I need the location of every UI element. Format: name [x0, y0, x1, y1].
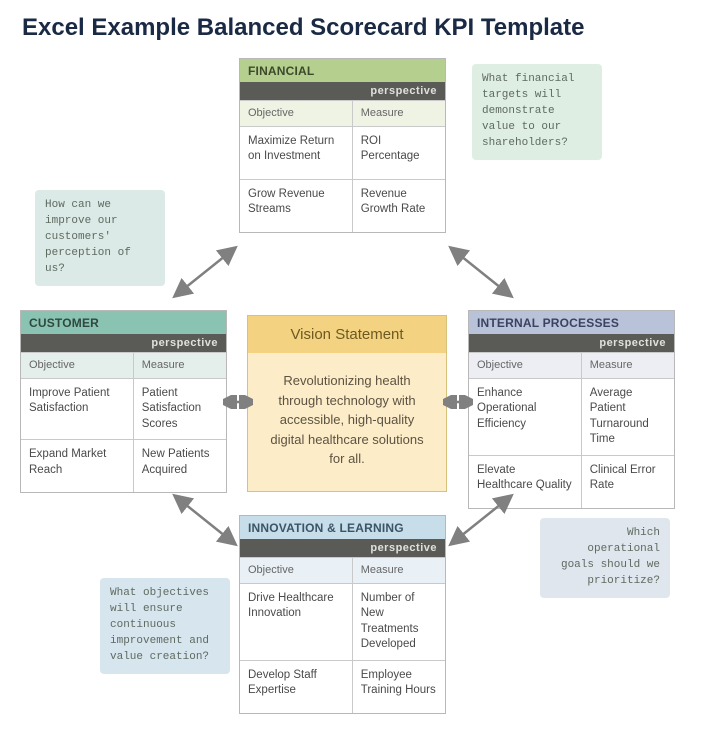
- table-row: Maximize Return on Investment ROI Percen…: [240, 126, 445, 179]
- measure-cell: Average Patient Turnaround Time: [582, 379, 674, 455]
- col-header-objective: Objective: [469, 353, 582, 378]
- objective-cell: Improve Patient Satisfaction: [21, 379, 134, 440]
- table-row: Improve Patient Satisfaction Patient Sat…: [21, 378, 226, 440]
- measure-cell: Clinical Error Rate: [582, 456, 674, 508]
- col-header-measure: Measure: [353, 558, 445, 583]
- measure-cell: Revenue Growth Rate: [353, 180, 445, 232]
- perspective-label: perspective: [469, 334, 674, 352]
- objective-cell: Enhance Operational Efficiency: [469, 379, 582, 455]
- objective-cell: Elevate Healthcare Quality: [469, 456, 582, 508]
- card-financial-title: FINANCIAL: [240, 59, 445, 82]
- card-customer: CUSTOMER perspective Objective Measure I…: [20, 310, 227, 493]
- objective-cell: Grow Revenue Streams: [240, 180, 353, 232]
- objective-cell: Expand Market Reach: [21, 440, 134, 492]
- objective-cell: Maximize Return on Investment: [240, 127, 353, 179]
- measure-cell: New Patients Acquired: [134, 440, 226, 492]
- measure-cell: Employee Training Hours: [353, 661, 445, 713]
- table-row: Enhance Operational Efficiency Average P…: [469, 378, 674, 455]
- col-header-objective: Objective: [21, 353, 134, 378]
- table-row: Expand Market Reach New Patients Acquire…: [21, 439, 226, 492]
- callout-customer: How can we improve our customers' percep…: [35, 190, 165, 286]
- perspective-label: perspective: [240, 539, 445, 557]
- vision-box: Vision Statement Revolutionizing health …: [247, 315, 447, 492]
- measure-cell: Patient Satisfaction Scores: [134, 379, 226, 440]
- objective-cell: Drive Healthcare Innovation: [240, 584, 353, 660]
- card-internal: INTERNAL PROCESSES perspective Objective…: [468, 310, 675, 509]
- objective-cell: Develop Staff Expertise: [240, 661, 353, 713]
- col-header-measure: Measure: [353, 101, 445, 126]
- col-header-objective: Objective: [240, 101, 353, 126]
- col-header-objective: Objective: [240, 558, 353, 583]
- callout-internal: Which operational goals should we priori…: [540, 518, 670, 598]
- col-header-measure: Measure: [582, 353, 674, 378]
- card-innovation-title: INNOVATION & LEARNING: [240, 516, 445, 539]
- col-header-measure: Measure: [134, 353, 226, 378]
- perspective-label: perspective: [21, 334, 226, 352]
- vision-heading: Vision Statement: [248, 316, 446, 353]
- vision-body: Revolutionizing health through technolog…: [248, 353, 446, 491]
- card-financial: FINANCIAL perspective Objective Measure …: [239, 58, 446, 233]
- perspective-label: perspective: [240, 82, 445, 100]
- table-row: Develop Staff Expertise Employee Trainin…: [240, 660, 445, 713]
- callout-innovation: What objectives will ensure continuous i…: [100, 578, 230, 674]
- table-row: Elevate Healthcare Quality Clinical Erro…: [469, 455, 674, 508]
- arrow-icon: [446, 242, 516, 302]
- card-internal-title: INTERNAL PROCESSES: [469, 311, 674, 334]
- measure-cell: Number of New Treatments Developed: [353, 584, 445, 660]
- arrow-icon: [170, 490, 240, 550]
- measure-cell: ROI Percentage: [353, 127, 445, 179]
- diagram-canvas: FINANCIAL perspective Objective Measure …: [0, 50, 704, 743]
- card-customer-title: CUSTOMER: [21, 311, 226, 334]
- card-innovation: INNOVATION & LEARNING perspective Object…: [239, 515, 446, 714]
- page-title: Excel Example Balanced Scorecard KPI Tem…: [0, 0, 704, 46]
- callout-financial: What financial targets will demonstrate …: [472, 64, 602, 160]
- arrow-icon: [170, 242, 240, 302]
- table-row: Drive Healthcare Innovation Number of Ne…: [240, 583, 445, 660]
- table-row: Grow Revenue Streams Revenue Growth Rate: [240, 179, 445, 232]
